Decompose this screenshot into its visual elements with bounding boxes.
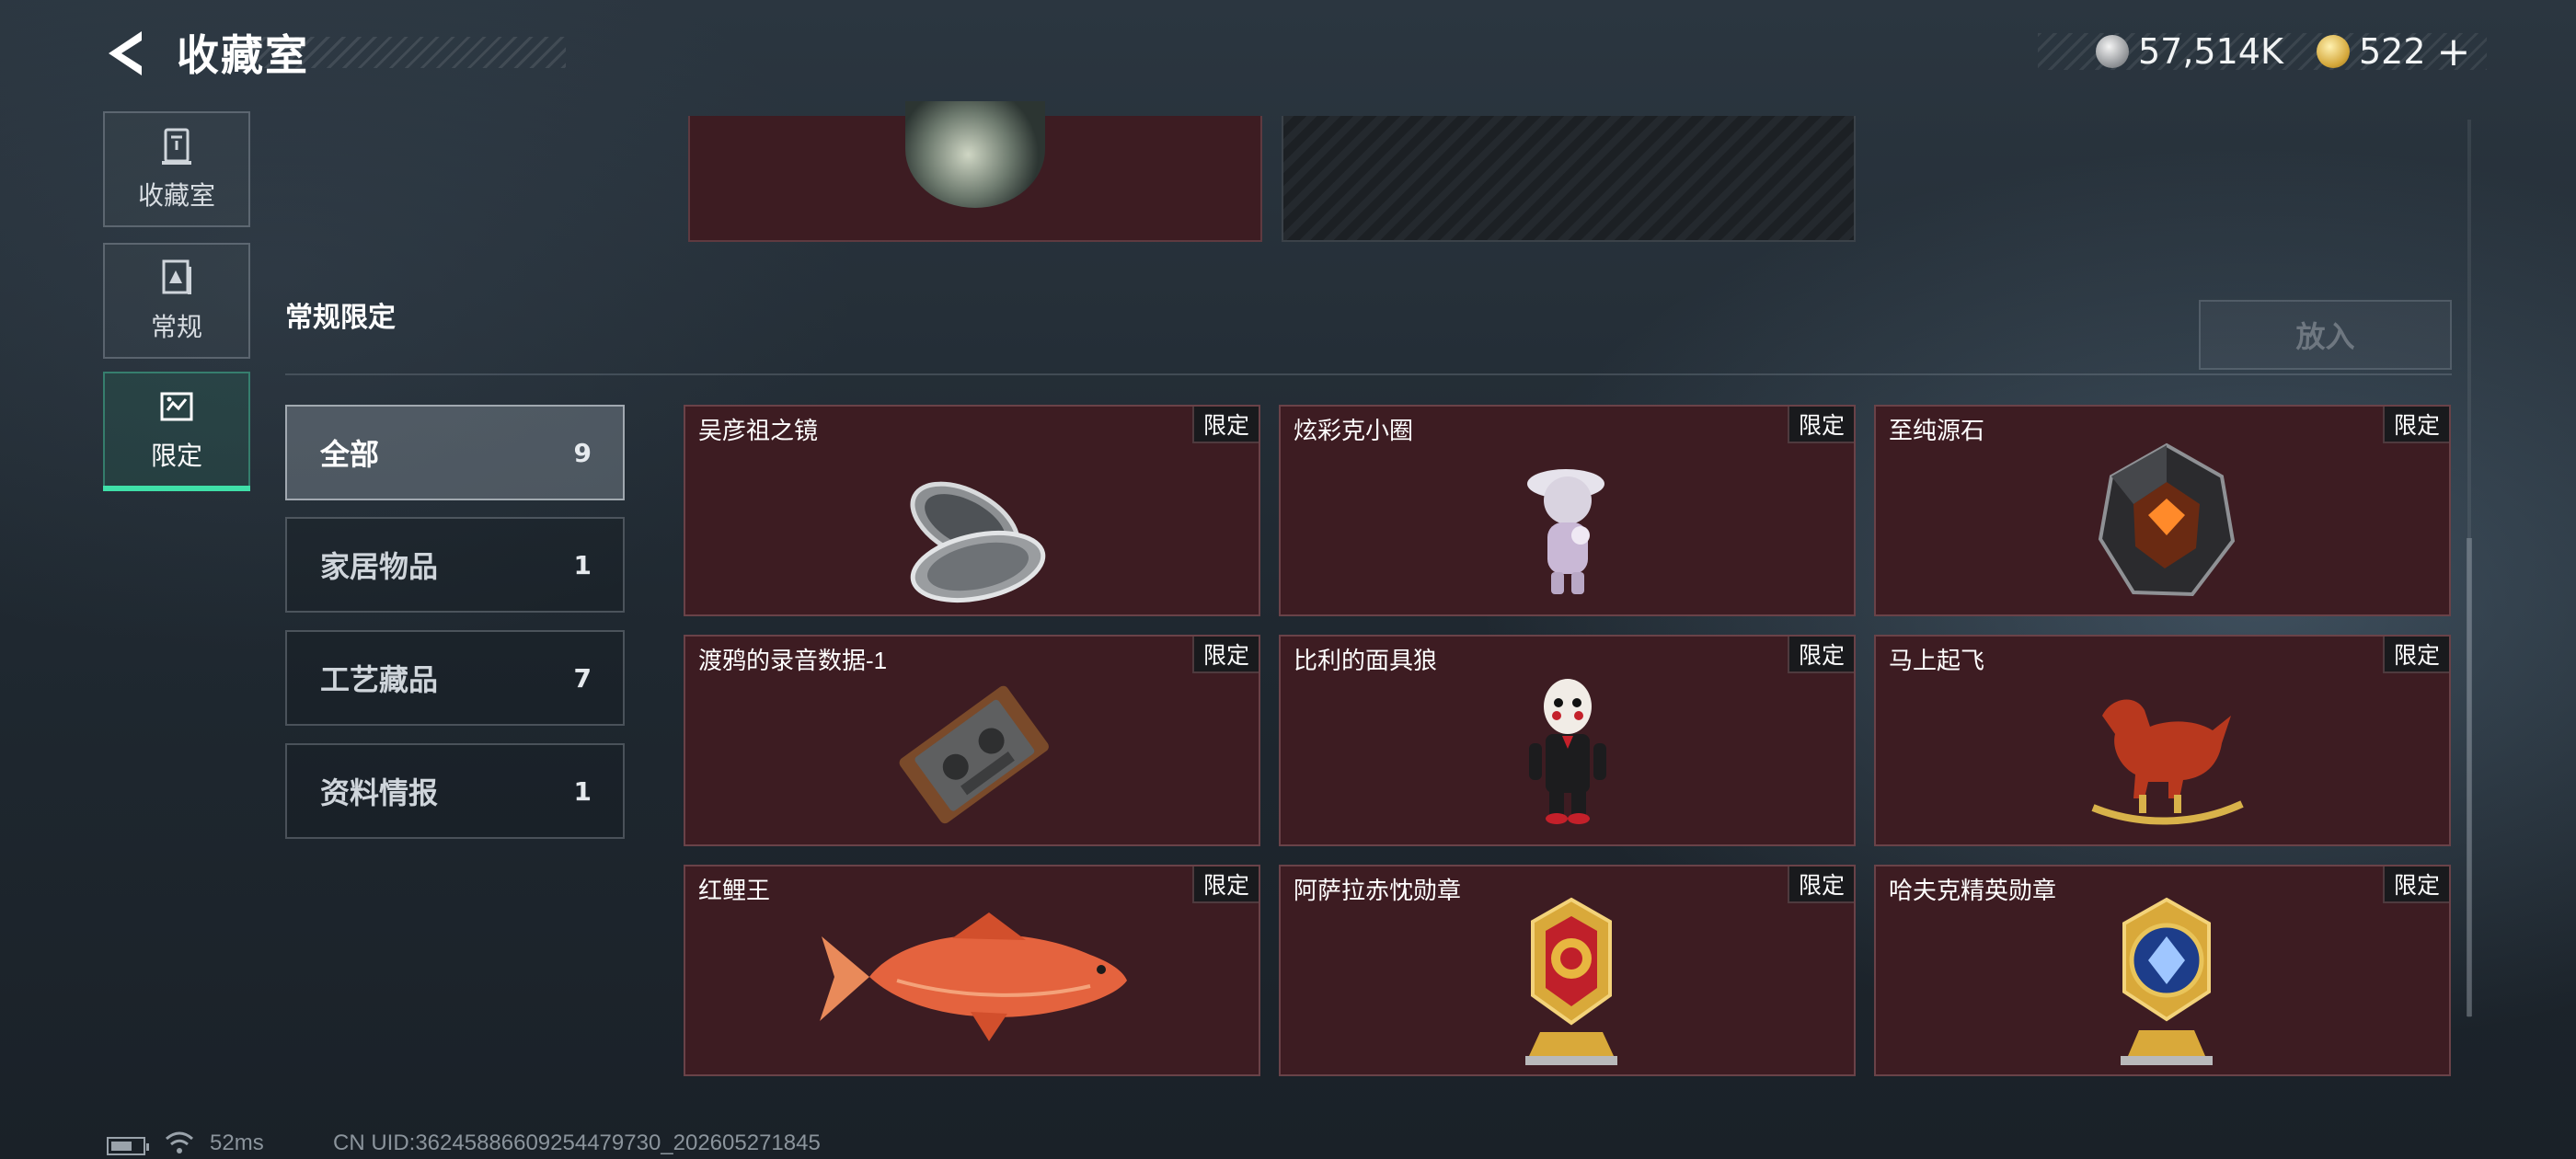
back-arrow-icon[interactable]: [101, 26, 156, 81]
limited-tag: 限定: [2383, 637, 2449, 673]
nav-item-collection-room[interactable]: 收藏室: [103, 111, 250, 227]
limited-tag: 限定: [2383, 407, 2449, 443]
item-name: 哈夫克精英勋章: [1889, 877, 2057, 904]
scrollbar-thumb[interactable]: [2467, 538, 2472, 1016]
red-carp-icon: [820, 912, 1127, 1041]
item-card[interactable]: 阿萨拉赤忱勋章 限定: [1279, 865, 1856, 1076]
category-crafts[interactable]: 工艺藏品 7: [285, 630, 625, 726]
nav-label: 常规: [150, 312, 202, 342]
regular-icon: [162, 259, 191, 294]
item-card[interactable]: 马上起飞 限定: [1874, 635, 2451, 846]
currency-gold[interactable]: 522 +: [2317, 28, 2470, 75]
figurine-icon: [1527, 469, 1604, 594]
category-count: 1: [573, 775, 592, 807]
silver-coin-icon: [2096, 35, 2129, 68]
nav-item-regular[interactable]: 常规: [103, 243, 250, 359]
battery-icon: [107, 1137, 149, 1155]
crystal-stone-icon: [2098, 442, 2236, 597]
item-name: 至纯源石: [1889, 417, 1985, 444]
item-name: 比利的面具狼: [1294, 647, 1438, 674]
item-card[interactable]: 炫彩克小圈 限定: [1279, 405, 1856, 616]
limited-tag: 限定: [1192, 637, 1259, 673]
category-label: 全部: [320, 437, 380, 472]
rocking-horse-icon: [2091, 699, 2244, 825]
currency-gold-value: 522: [2359, 31, 2426, 72]
limited-tag: 限定: [2383, 866, 2449, 903]
category-label: 工艺藏品: [320, 662, 439, 697]
item-name: 红鲤王: [698, 877, 771, 904]
nav-active-indicator: [103, 486, 250, 491]
page-title-wrap: 收藏室: [177, 20, 309, 85]
ping-value: 52ms: [210, 1130, 264, 1155]
limited-tag: 限定: [1788, 407, 1854, 443]
currency-silver-value: 57,514K: [2138, 31, 2283, 72]
item-card[interactable]: 红鲤王 限定: [684, 865, 1260, 1076]
compact-mirror-icon: [910, 481, 1046, 602]
item-name: 吴彦祖之镜: [698, 417, 819, 444]
item-card[interactable]: 比利的面具狼 限定: [1279, 635, 1856, 846]
category-home-items[interactable]: 家居物品 1: [285, 517, 625, 613]
place-button[interactable]: 放入: [2199, 300, 2452, 370]
limited-tag: 限定: [1788, 866, 1854, 903]
add-currency-button[interactable]: +: [2437, 29, 2471, 75]
uid-text: CN UID:3624588660925447973​0_20260527184…: [333, 1130, 821, 1155]
item-card[interactable]: 吴彦祖之镜 限定: [684, 405, 1260, 616]
nav-label: 限定: [150, 441, 202, 471]
item-name: 阿萨拉赤忱勋章: [1294, 877, 1462, 904]
limited-tag: 限定: [1192, 866, 1259, 903]
item-card[interactable]: 至纯源石 限定: [1874, 405, 2451, 616]
item-card[interactable]: 哈夫克精英勋章 限定: [1874, 865, 2451, 1076]
limited-tag: 限定: [1788, 637, 1854, 673]
category-label: 家居物品: [320, 549, 439, 584]
section-divider: [285, 373, 2452, 375]
item-name: 炫彩克小圈: [1294, 417, 1414, 444]
category-label: 资料情报: [320, 775, 439, 810]
wifi-icon: [166, 1131, 193, 1153]
section-title: 常规限定: [285, 302, 396, 334]
item-card[interactable]: 渡鸦的录音数据-1 限定: [684, 635, 1260, 846]
cassette-tape-icon: [899, 685, 1049, 824]
blue-medal-icon: [2121, 897, 2213, 1065]
gold-coin-icon: [2317, 35, 2350, 68]
category-intel[interactable]: 资料情报 1: [285, 743, 625, 839]
category-count: 1: [573, 549, 592, 580]
item-name: 马上起飞: [1889, 647, 1985, 674]
limited-tag: 限定: [1192, 407, 1259, 443]
category-all[interactable]: 全部 9: [285, 405, 625, 500]
currency-silver: 57,514K: [2096, 28, 2283, 75]
limited-icon: [160, 392, 193, 421]
category-count: 9: [573, 437, 592, 468]
red-medal-icon: [1525, 897, 1617, 1065]
nav-item-limited[interactable]: 限定: [103, 372, 250, 491]
item-grid: 吴彦祖之镜 限定 炫彩克小圈 限定 至纯源石 限定 渡鸦的录音数据-1 限定 比…: [684, 405, 2452, 1078]
nav-label: 收藏室: [137, 180, 215, 211]
item-name: 渡鸦的录音数据-1: [698, 647, 888, 674]
page-title: 收藏室: [177, 30, 309, 80]
category-count: 7: [573, 662, 592, 694]
puppet-figure-icon: [1529, 679, 1606, 824]
collection-slot-empty[interactable]: [1282, 116, 1856, 242]
collection-room-icon: [162, 128, 191, 165]
